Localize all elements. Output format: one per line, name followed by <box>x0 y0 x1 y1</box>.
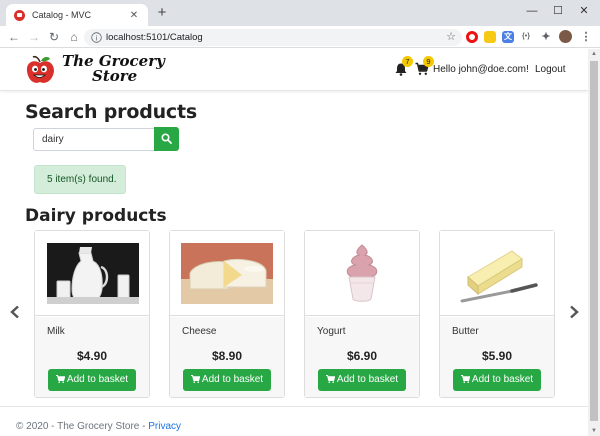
search-button[interactable] <box>154 127 179 151</box>
product-card[interactable]: Milk $4.90 Add to basket <box>34 230 150 398</box>
code-extension-icon[interactable]: {•} <box>520 31 532 43</box>
page-scrollbar[interactable]: ▲ ▼ <box>588 49 600 436</box>
product-price: $8.90 <box>211 349 243 363</box>
site-header: The Grocery Store 7 9 Hello john@doe.com… <box>0 49 588 91</box>
footer-text: © 2020 - The Grocery Store - Privacy <box>16 421 181 432</box>
scroll-up-icon[interactable]: ▲ <box>591 51 597 57</box>
product-card-body: Butter $5.90 Add to basket <box>440 317 554 397</box>
product-name: Butter <box>452 326 479 337</box>
add-to-basket-label: Add to basket <box>201 374 264 385</box>
product-price: $4.90 <box>76 349 108 363</box>
logout-link[interactable]: Logout <box>535 64 566 75</box>
cart-icon <box>325 375 335 383</box>
product-name: Cheese <box>182 326 217 337</box>
add-to-basket-button[interactable]: Add to basket <box>48 369 136 391</box>
window-minimize-button[interactable]: — <box>518 2 546 20</box>
product-image-butter[interactable] <box>440 231 554 316</box>
browser-tabstrip: Catalog - MVC ✕ + — ☐ ✕ <box>0 0 600 26</box>
search-icon <box>161 133 172 144</box>
product-card[interactable]: Cheese $8.90 Add to basket <box>169 230 285 398</box>
footer-copyright: © 2020 - The Grocery Store - <box>16 421 149 432</box>
product-card[interactable]: Yogurt $6.90 Add to basket <box>304 230 420 398</box>
yogurt-image <box>346 244 378 302</box>
search-heading: Search products <box>25 101 197 123</box>
product-name: Milk <box>47 326 65 337</box>
site-footer: © 2020 - The Grocery Store - Privacy <box>0 406 588 436</box>
product-image-yogurt[interactable] <box>305 231 419 316</box>
scrollbar-thumb[interactable] <box>590 61 598 421</box>
milk-image <box>47 243 139 304</box>
search-input[interactable] <box>33 128 155 151</box>
home-icon[interactable]: ⌂ <box>66 29 82 45</box>
site-info-icon[interactable]: i <box>91 32 102 43</box>
product-card-body: Milk $4.90 Add to basket <box>35 317 149 397</box>
window-close-button[interactable]: ✕ <box>570 2 598 20</box>
reload-icon[interactable]: ↻ <box>46 29 62 45</box>
user-greeting: Hello john@doe.com! <box>433 64 529 75</box>
forward-icon[interactable]: → <box>26 29 42 45</box>
notes-extension-icon[interactable] <box>484 31 496 43</box>
tab-title: Catalog - MVC <box>32 10 92 20</box>
chevron-left-icon[interactable] <box>9 305 21 319</box>
add-to-basket-button[interactable]: Add to basket <box>453 369 541 391</box>
notifications-badge: 7 <box>402 56 413 67</box>
privacy-link[interactable]: Privacy <box>148 421 181 432</box>
product-card-body: Cheese $8.90 Add to basket <box>170 317 284 397</box>
add-to-basket-button[interactable]: Add to basket <box>183 369 271 391</box>
add-to-basket-label: Add to basket <box>66 374 129 385</box>
product-name: Yogurt <box>317 326 346 337</box>
cart-icon <box>55 375 65 383</box>
product-card-body: Yogurt $6.90 Add to basket <box>305 317 419 397</box>
apple-logo-icon[interactable] <box>24 55 56 85</box>
product-price: $6.90 <box>346 349 378 363</box>
translate-extension-icon[interactable]: 文 <box>502 31 514 43</box>
profile-avatar[interactable] <box>559 30 572 43</box>
search-result-alert: 5 item(s) found. <box>34 165 126 194</box>
opera-extension-icon[interactable] <box>466 31 478 43</box>
back-icon[interactable]: ← <box>6 29 22 45</box>
cheese-image <box>181 243 273 304</box>
add-to-basket-label: Add to basket <box>336 374 399 385</box>
butter-image <box>460 250 538 303</box>
product-image-cheese[interactable] <box>170 231 284 316</box>
product-card[interactable]: Butter $5.90 Add to basket <box>439 230 555 398</box>
browser-tab[interactable]: Catalog - MVC ✕ <box>6 4 148 26</box>
tab-close-icon[interactable]: ✕ <box>128 10 140 21</box>
logo-line2: Store <box>92 67 138 85</box>
address-url[interactable]: localhost:5101/Catalog <box>106 32 203 43</box>
browser-toolbar: ← → ↻ ⌂ i localhost:5101/Catalog ☆ 文 {•}… <box>0 26 600 48</box>
bookmark-star-icon[interactable]: ☆ <box>446 30 456 43</box>
scroll-down-icon[interactable]: ▼ <box>591 428 597 434</box>
page-viewport: The Grocery Store 7 9 Hello john@doe.com… <box>0 49 588 436</box>
tab-favicon-icon <box>14 9 25 21</box>
add-to-basket-label: Add to basket <box>471 374 534 385</box>
browser-menu-icon[interactable]: ⋮ <box>580 31 592 43</box>
store-logo-text[interactable]: The Grocery Store <box>62 54 165 84</box>
window-maximize-button[interactable]: ☐ <box>544 2 572 20</box>
cart-icon <box>460 375 470 383</box>
product-image-milk[interactable] <box>35 231 149 316</box>
chevron-right-icon[interactable] <box>568 305 580 319</box>
extensions-puzzle-icon[interactable]: ✦ <box>540 31 552 43</box>
add-to-basket-button[interactable]: Add to basket <box>318 369 406 391</box>
cart-icon <box>190 375 200 383</box>
section-heading: Dairy products <box>25 206 167 226</box>
address-bar[interactable]: i localhost:5101/Catalog ☆ <box>84 29 462 46</box>
product-price: $5.90 <box>481 349 513 363</box>
new-tab-button[interactable]: + <box>154 5 170 21</box>
